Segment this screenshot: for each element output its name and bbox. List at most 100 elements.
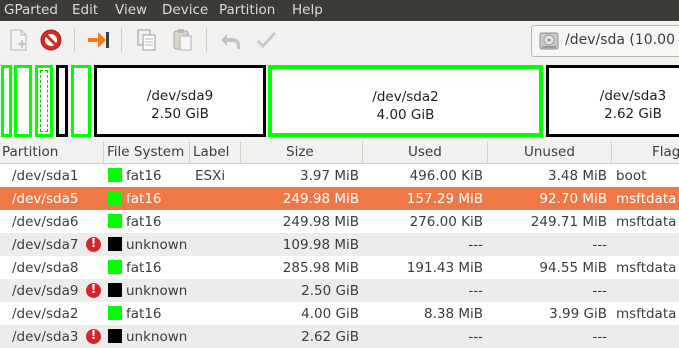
partition-name: /dev/sda3: [599, 88, 667, 104]
filesystem-color-swatch: [108, 306, 122, 320]
used-cell: ---: [468, 329, 483, 345]
filesystem-color-swatch: [108, 191, 122, 205]
size-cell: 3.97 MiB: [299, 168, 359, 184]
partition-block-sda9[interactable]: /dev/sda9 2.50 GiB: [94, 65, 266, 137]
filesystem-cell: fat16: [126, 260, 162, 276]
table-row[interactable]: /dev/sda9 unknown 2.50 GiB --- ---: [0, 279, 679, 302]
partition-cell: /dev/sda8: [12, 260, 79, 276]
warning-icon: [86, 328, 101, 344]
filesystem-cell: fat16: [126, 168, 162, 184]
paste-icon: [173, 29, 192, 51]
copy-button[interactable]: [134, 27, 160, 53]
table-row[interactable]: /dev/sda8 fat16 285.98 MiB 191.43 MiB 94.55 …: [0, 256, 679, 279]
size-cell: 285.98 MiB: [282, 260, 359, 276]
unused-cell: 3.48 MiB: [547, 168, 607, 184]
partition-block-sda5[interactable]: [14, 65, 32, 137]
column-header-label[interactable]: Label: [193, 144, 229, 160]
filesystem-cell: fat16: [126, 306, 162, 322]
partition-cell: /dev/sda3: [12, 329, 79, 345]
partition-name: /dev/sda2: [372, 89, 439, 105]
column-separator: [362, 141, 363, 163]
column-header-partition[interactable]: Partition: [2, 144, 58, 160]
column-separator: [240, 141, 241, 163]
partition-block-sda3[interactable]: /dev/sda3 2.62 GiB: [546, 65, 679, 137]
partition-cell: /dev/sda9: [12, 283, 79, 299]
partition-inner-outline: [40, 70, 48, 132]
column-separator: [611, 141, 612, 163]
table-row[interactable]: /dev/sda3 unknown 2.62 GiB --- ---: [0, 325, 679, 348]
device-label: /dev/sda (10.00 G: [565, 32, 679, 48]
column-header-used[interactable]: Used: [408, 144, 442, 160]
menu-help[interactable]: Help: [292, 2, 323, 18]
size-cell: 2.50 GiB: [301, 283, 359, 299]
partition-block-sda7[interactable]: [56, 65, 68, 137]
partition-block-sda1[interactable]: [1, 65, 12, 137]
size-cell: 249.98 MiB: [282, 191, 359, 207]
partition-size: 2.62 GiB: [604, 106, 662, 122]
partition-name: /dev/sda9: [146, 88, 214, 104]
filesystem-color-swatch: [108, 214, 122, 228]
column-header-filesystem[interactable]: File System: [107, 144, 184, 160]
partition-size: 4.00 GiB: [376, 107, 435, 123]
menu-partition[interactable]: Partition: [219, 2, 275, 18]
table-row[interactable]: /dev/sda2 fat16 4.00 GiB 8.38 MiB 3.99 GiB ms…: [0, 302, 679, 325]
flags-cell: msftdata: [616, 260, 677, 276]
toolbar-separator: [206, 28, 207, 52]
new-partition-icon: [10, 29, 27, 51]
filesystem-color-swatch: [108, 329, 122, 343]
delete-icon: [40, 29, 62, 51]
unused-cell: ---: [592, 283, 607, 299]
paste-button[interactable]: [170, 27, 196, 53]
partition-table: Partition File System Label Size Used Un…: [0, 141, 679, 348]
unused-cell: 92.70 MiB: [539, 191, 607, 207]
unused-cell: 94.55 MiB: [539, 260, 607, 276]
column-header-size[interactable]: Size: [286, 144, 314, 160]
menu-view[interactable]: View: [115, 2, 147, 18]
toolbar-separator: [74, 28, 75, 52]
new-partition-button[interactable]: [5, 27, 31, 53]
filesystem-color-swatch: [108, 237, 122, 251]
partition-block-sda2[interactable]: /dev/sda2 4.00 GiB: [268, 65, 543, 137]
filesystem-color-swatch: [108, 283, 122, 297]
undo-button[interactable]: [218, 27, 244, 53]
filesystem-cell: unknown: [126, 237, 188, 253]
undo-icon: [221, 34, 240, 49]
partition-cell: /dev/sda5: [12, 191, 79, 207]
partition-graphic: /dev/sda9 2.50 GiB /dev/sda2 4.00 GiB /d…: [0, 60, 679, 141]
partition-block-sda6[interactable]: [35, 65, 53, 137]
partition-cell: /dev/sda1: [12, 168, 79, 184]
toolbar-separator: [121, 28, 122, 52]
table-row[interactable]: /dev/sda6 fat16 249.98 MiB 276.00 KiB 249.71…: [0, 210, 679, 233]
menu-edit[interactable]: Edit: [72, 2, 98, 18]
size-cell: 2.62 GiB: [301, 329, 359, 345]
column-header-flags[interactable]: Flags: [652, 144, 679, 160]
delete-button[interactable]: [38, 27, 64, 53]
column-header-unused[interactable]: Unused: [524, 144, 575, 160]
unused-cell: ---: [592, 329, 607, 345]
warning-icon: [86, 282, 101, 298]
filesystem-cell: fat16: [126, 191, 162, 207]
apply-button[interactable]: [254, 27, 280, 53]
filesystem-color-swatch: [108, 168, 122, 182]
size-cell: 249.98 MiB: [282, 214, 359, 230]
used-cell: 496.00 KiB: [409, 168, 483, 184]
column-separator: [189, 141, 190, 163]
table-row[interactable]: /dev/sda1 fat16 ESXi 3.97 MiB 496.00 KiB 3.48…: [0, 164, 679, 187]
flags-cell: msftdata: [616, 214, 677, 230]
flags-cell: boot: [616, 168, 647, 184]
table-row[interactable]: /dev/sda5 fat16 249.98 MiB 157.29 MiB 92.70 …: [0, 187, 679, 210]
filesystem-cell: unknown: [126, 329, 188, 345]
size-cell: 4.00 GiB: [301, 306, 359, 322]
flags-cell: msftdata: [616, 191, 677, 207]
device-selector[interactable]: /dev/sda (10.00 G: [531, 25, 679, 57]
filesystem-cell: fat16: [126, 214, 162, 230]
resize-move-icon: [88, 32, 109, 48]
menu-gparted[interactable]: GParted: [4, 2, 58, 18]
menu-device[interactable]: Device: [162, 2, 208, 18]
used-cell: 191.43 MiB: [406, 260, 483, 276]
partition-size: 2.50 GiB: [151, 106, 209, 122]
table-row[interactable]: /dev/sda7 unknown 109.98 MiB --- ---: [0, 233, 679, 256]
resize-move-button[interactable]: [85, 27, 111, 53]
partition-block-sda8[interactable]: [71, 65, 91, 137]
used-cell: ---: [468, 283, 483, 299]
